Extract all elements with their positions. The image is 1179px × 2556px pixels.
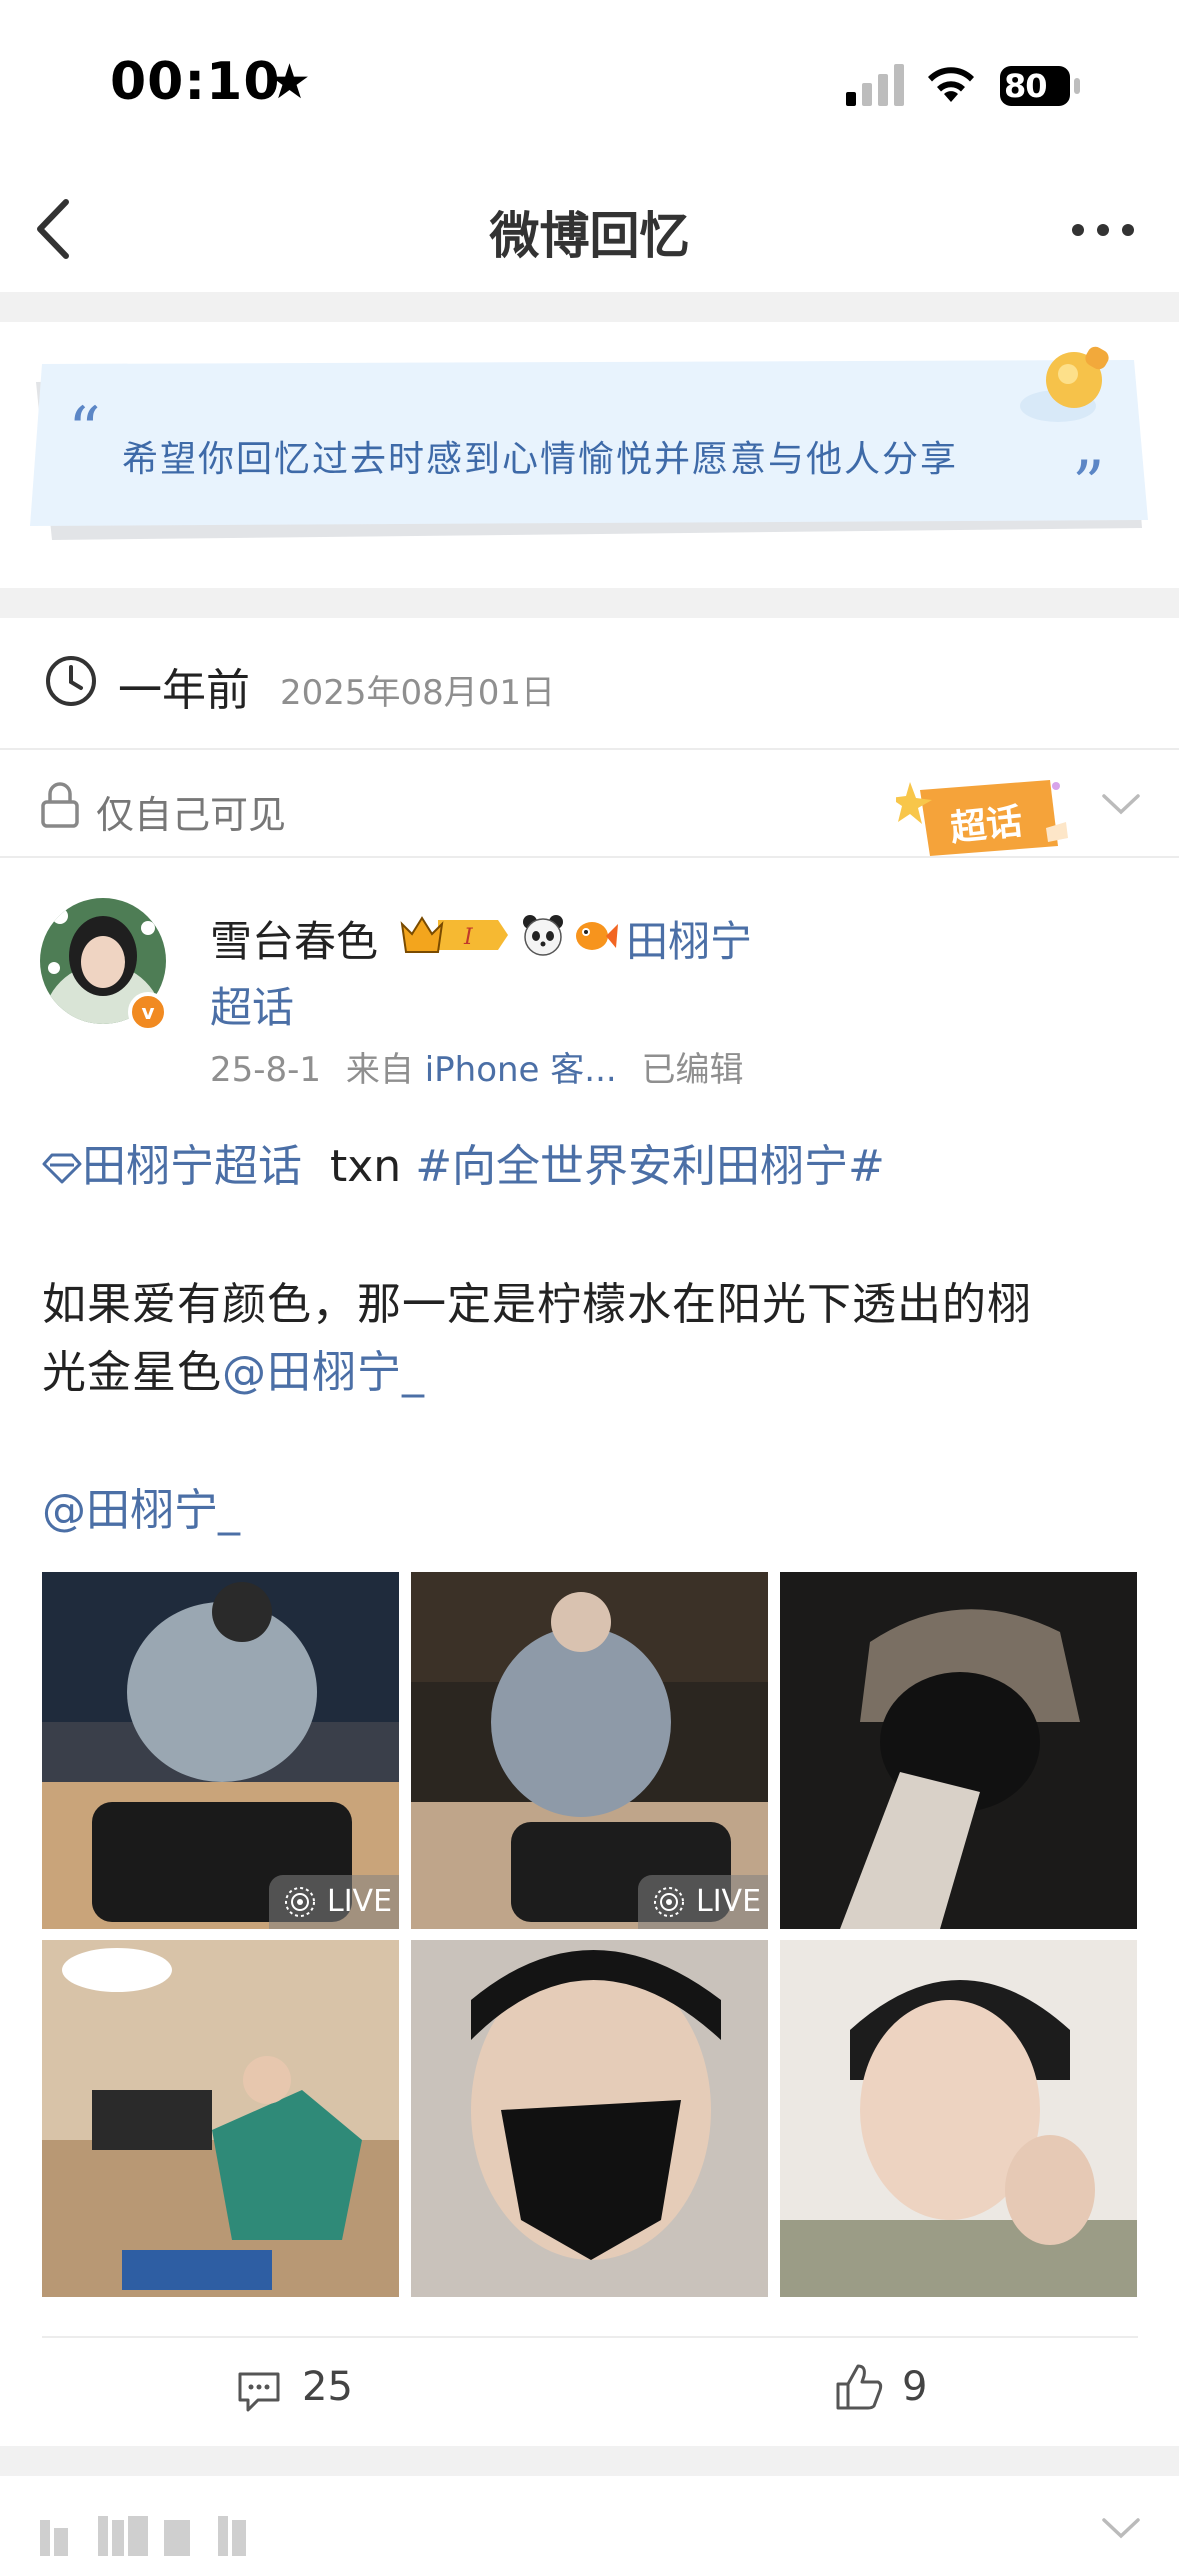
clock-icon	[46, 656, 96, 706]
quote-close-mark: ”	[1072, 448, 1105, 522]
privacy-label: 仅自己可见	[96, 793, 287, 837]
live-photo-badge: LIVE	[269, 1875, 399, 1929]
post-image[interactable]	[42, 1940, 399, 2297]
topic-plain-text: txn	[330, 1141, 402, 1192]
bell-icon	[1020, 346, 1109, 422]
section-divider	[0, 2446, 1179, 2476]
comment-icon[interactable]	[236, 2368, 282, 2414]
live-photo-icon	[654, 1887, 684, 1917]
row-divider	[0, 748, 1179, 750]
lock-icon	[41, 782, 79, 828]
photo-art	[780, 1940, 1137, 2297]
mention-link[interactable]: @田栩宁_	[42, 1474, 240, 1538]
section-divider	[0, 588, 1179, 618]
post-image[interactable]	[780, 1572, 1137, 1929]
topic-line: 田栩宁超话 txn #向全世界安利田栩宁#	[42, 1130, 885, 1194]
post-date: 25-8-1	[210, 1050, 322, 1090]
post-image[interactable]: LIVE	[411, 1572, 768, 1929]
live-label: LIVE	[327, 1884, 393, 1919]
memory-relative-time: 一年前	[118, 665, 250, 716]
status-time: 00:10	[110, 52, 281, 112]
photo-art	[780, 1572, 1137, 1929]
post-body-text: 光金星色	[42, 1347, 222, 1398]
diamond-icon	[42, 1153, 82, 1184]
post-source[interactable]: iPhone 客...	[425, 1050, 617, 1090]
supertopic-badge-label: 超话	[948, 801, 1025, 850]
more-options-icon[interactable]	[1068, 220, 1138, 240]
memory-date: 2025年08月01日	[280, 673, 556, 713]
post-image[interactable]: LIVE	[42, 1572, 399, 1929]
verified-badge-icon: v	[128, 992, 168, 1032]
photo-art	[411, 1940, 768, 2297]
row-divider	[42, 2336, 1138, 2338]
crown-level-badge-icon: I	[400, 916, 508, 953]
supertopic-link[interactable]: 超话	[210, 974, 294, 1035]
navigation-bar: 微博回忆	[0, 150, 1179, 290]
page-title: 微博回忆	[489, 207, 690, 265]
post-image[interactable]	[780, 1940, 1137, 2297]
battery-level: 80	[1004, 67, 1048, 105]
next-card-placeholder	[40, 2516, 246, 2556]
post-edited-label: 已编辑	[641, 1050, 744, 1090]
quote-open-mark: “	[68, 394, 101, 468]
comment-count[interactable]: 25	[302, 2364, 353, 2410]
star-icon: ★	[268, 54, 312, 110]
wifi-icon	[928, 67, 974, 102]
row-divider	[0, 856, 1179, 858]
svg-text:I: I	[463, 925, 474, 950]
supertopic-tag[interactable]: 田栩宁超话	[82, 1141, 302, 1192]
chevron-down-icon[interactable]	[1100, 2514, 1142, 2542]
post-meta: 25-8-1 来自 iPhone 客... 已编辑	[210, 1042, 744, 1091]
quote-text: 希望你回忆过去时感到心情愉悦并愿意与他人分享	[122, 439, 959, 480]
section-divider	[0, 292, 1179, 322]
like-count[interactable]: 9	[902, 2364, 927, 2410]
post-source-label: 来自	[345, 1050, 414, 1090]
live-photo-icon	[285, 1887, 315, 1917]
post-image[interactable]	[411, 1940, 768, 2297]
username[interactable]: 雪台春色	[210, 908, 378, 969]
hashtag-link[interactable]: #向全世界安利田栩宁#	[415, 1141, 885, 1192]
mentioned-user-name[interactable]: 田栩宁	[626, 908, 752, 969]
status-bar: 00:10 ★ 80	[0, 0, 1179, 150]
cellular-signal-icon	[846, 64, 904, 106]
live-photo-badge: LIVE	[638, 1875, 768, 1929]
post-body-line: 光金星色@田栩宁_	[42, 1336, 425, 1400]
thumbs-up-icon[interactable]	[834, 2362, 884, 2412]
panda-icon	[523, 915, 563, 956]
live-label: LIVE	[696, 1884, 762, 1919]
mention-link[interactable]: @田栩宁_	[222, 1347, 425, 1398]
photo-art	[42, 1940, 399, 2297]
goldfish-icon	[576, 922, 618, 950]
chevron-down-icon[interactable]	[1100, 790, 1142, 818]
post-body-line: 如果爱有颜色，那一定是柠檬水在阳光下透出的栩	[42, 1279, 1032, 1330]
